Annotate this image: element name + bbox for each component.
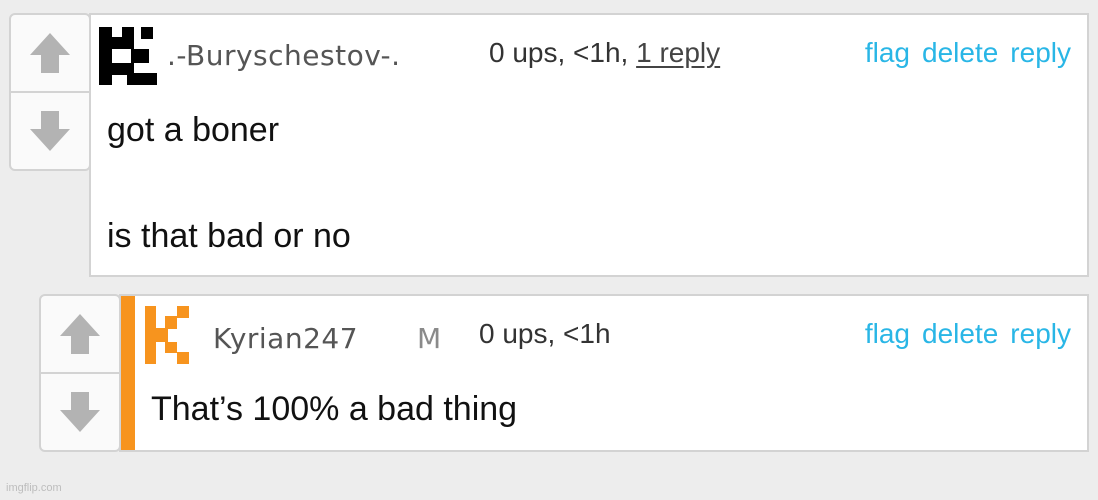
arrow-up-icon [30, 33, 70, 73]
comment-actions: flag delete reply [865, 318, 1071, 350]
comment-actions: flag delete reply [865, 37, 1071, 69]
downvote-button[interactable] [41, 372, 119, 450]
username[interactable]: .-Buryschestov-. [167, 39, 401, 72]
watermark: imgflip.com [6, 482, 62, 494]
upvote-button[interactable] [41, 296, 119, 372]
reply-button[interactable]: reply [1010, 37, 1071, 69]
downvote-button[interactable] [11, 91, 89, 169]
comment-text-line: got a boner [107, 111, 280, 149]
flag-button[interactable]: flag [865, 37, 910, 69]
delete-button[interactable]: delete [922, 37, 998, 69]
flag-button[interactable]: flag [865, 318, 910, 350]
vote-column [9, 13, 91, 171]
comment-meta: 0 ups, <1h [479, 318, 611, 349]
mod-badge: M [417, 322, 442, 355]
arrow-down-icon [30, 111, 70, 151]
comment-text-line: is that bad or no [107, 217, 351, 255]
reply-card: Kyrian247 M 0 ups, <1h flag delete reply… [119, 294, 1089, 452]
comment-text-line: That’s 100% a bad thing [151, 390, 518, 428]
arrow-up-icon [60, 314, 100, 354]
avatar[interactable] [145, 306, 191, 364]
comment-meta: 0 ups, <1h, 1 reply [489, 37, 720, 69]
arrow-down-icon [60, 392, 100, 432]
reply-button[interactable]: reply [1010, 318, 1071, 350]
upvote-button[interactable] [11, 15, 89, 91]
username[interactable]: Kyrian247 [213, 322, 358, 355]
replies-link[interactable]: 1 reply [636, 37, 720, 68]
meta-stats: 0 ups, <1h, [489, 37, 637, 68]
avatar[interactable] [99, 27, 161, 85]
delete-button[interactable]: delete [922, 318, 998, 350]
mod-stripe [121, 296, 135, 450]
vote-column [39, 294, 121, 452]
comment-card: .-Buryschestov-. 0 ups, <1h, 1 reply fla… [89, 13, 1089, 277]
